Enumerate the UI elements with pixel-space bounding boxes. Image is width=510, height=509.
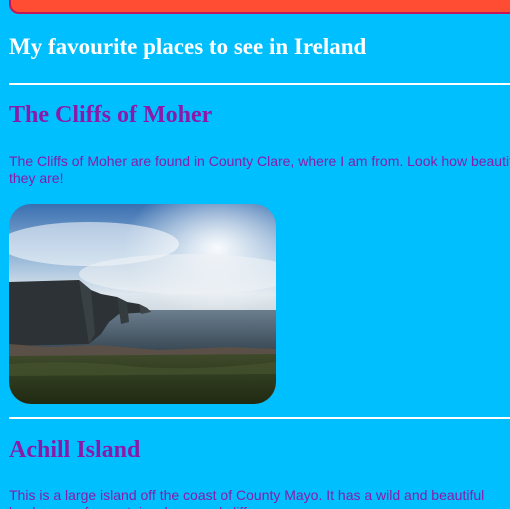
divider	[9, 83, 510, 85]
cliffs-of-moher-photo	[9, 204, 276, 404]
page: My favourite places to see in Ireland Th…	[0, 0, 510, 509]
top-banner	[9, 0, 510, 14]
section-title-achill: Achill Island	[9, 437, 141, 463]
section-text-cliffs: The Cliffs of Moher are found in County …	[9, 153, 510, 186]
page-title: My favourite places to see in Ireland	[9, 34, 367, 59]
section-title-cliffs: The Cliffs of Moher	[9, 102, 213, 128]
section-text-achill: This is a large island off the coast of …	[9, 487, 485, 509]
divider	[9, 417, 510, 419]
